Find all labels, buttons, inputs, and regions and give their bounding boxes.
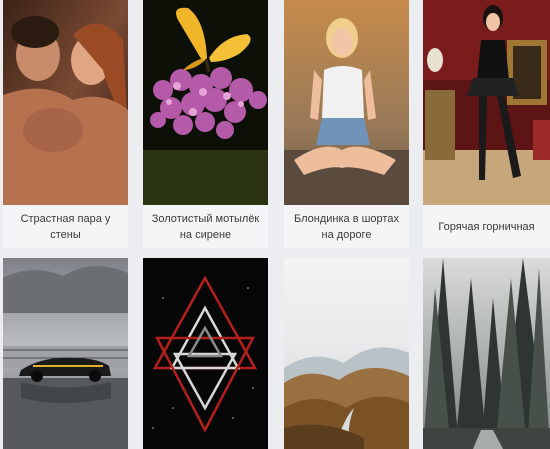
gallery-card-forest[interactable] bbox=[423, 258, 550, 449]
caption-maid[interactable]: Горячая горничная bbox=[423, 205, 550, 248]
gallery-card-maid[interactable]: Горячая горничная bbox=[423, 0, 550, 248]
caption-blonde[interactable]: Блондинка в шортах на дороге bbox=[284, 205, 409, 248]
geometric-triangles-photo[interactable] bbox=[143, 258, 268, 449]
caption-couple[interactable]: Страстная пара у стены bbox=[3, 205, 128, 248]
gallery-card-car[interactable] bbox=[3, 258, 128, 449]
butterfly-photo[interactable] bbox=[143, 0, 268, 205]
woman-sitting-photo[interactable] bbox=[284, 0, 409, 205]
maid-photo[interactable] bbox=[423, 0, 550, 205]
pine-forest-photo[interactable] bbox=[423, 258, 550, 449]
gallery-card-butterfly[interactable]: Золотистый мотылёк на сирене bbox=[143, 0, 268, 248]
caption-butterfly[interactable]: Золотистый мотылёк на сирене bbox=[143, 205, 268, 248]
sports-car-photo[interactable] bbox=[3, 258, 128, 449]
gallery-card-blonde[interactable]: Блондинка в шортах на дороге bbox=[284, 0, 409, 248]
gallery-card-couple[interactable]: Страстная пара у стены bbox=[3, 0, 128, 248]
autumn-mountains-photo[interactable] bbox=[284, 258, 409, 449]
gallery-card-mountains[interactable] bbox=[284, 258, 409, 449]
couple-photo[interactable] bbox=[3, 0, 128, 205]
gallery-card-triangles[interactable] bbox=[143, 258, 268, 449]
